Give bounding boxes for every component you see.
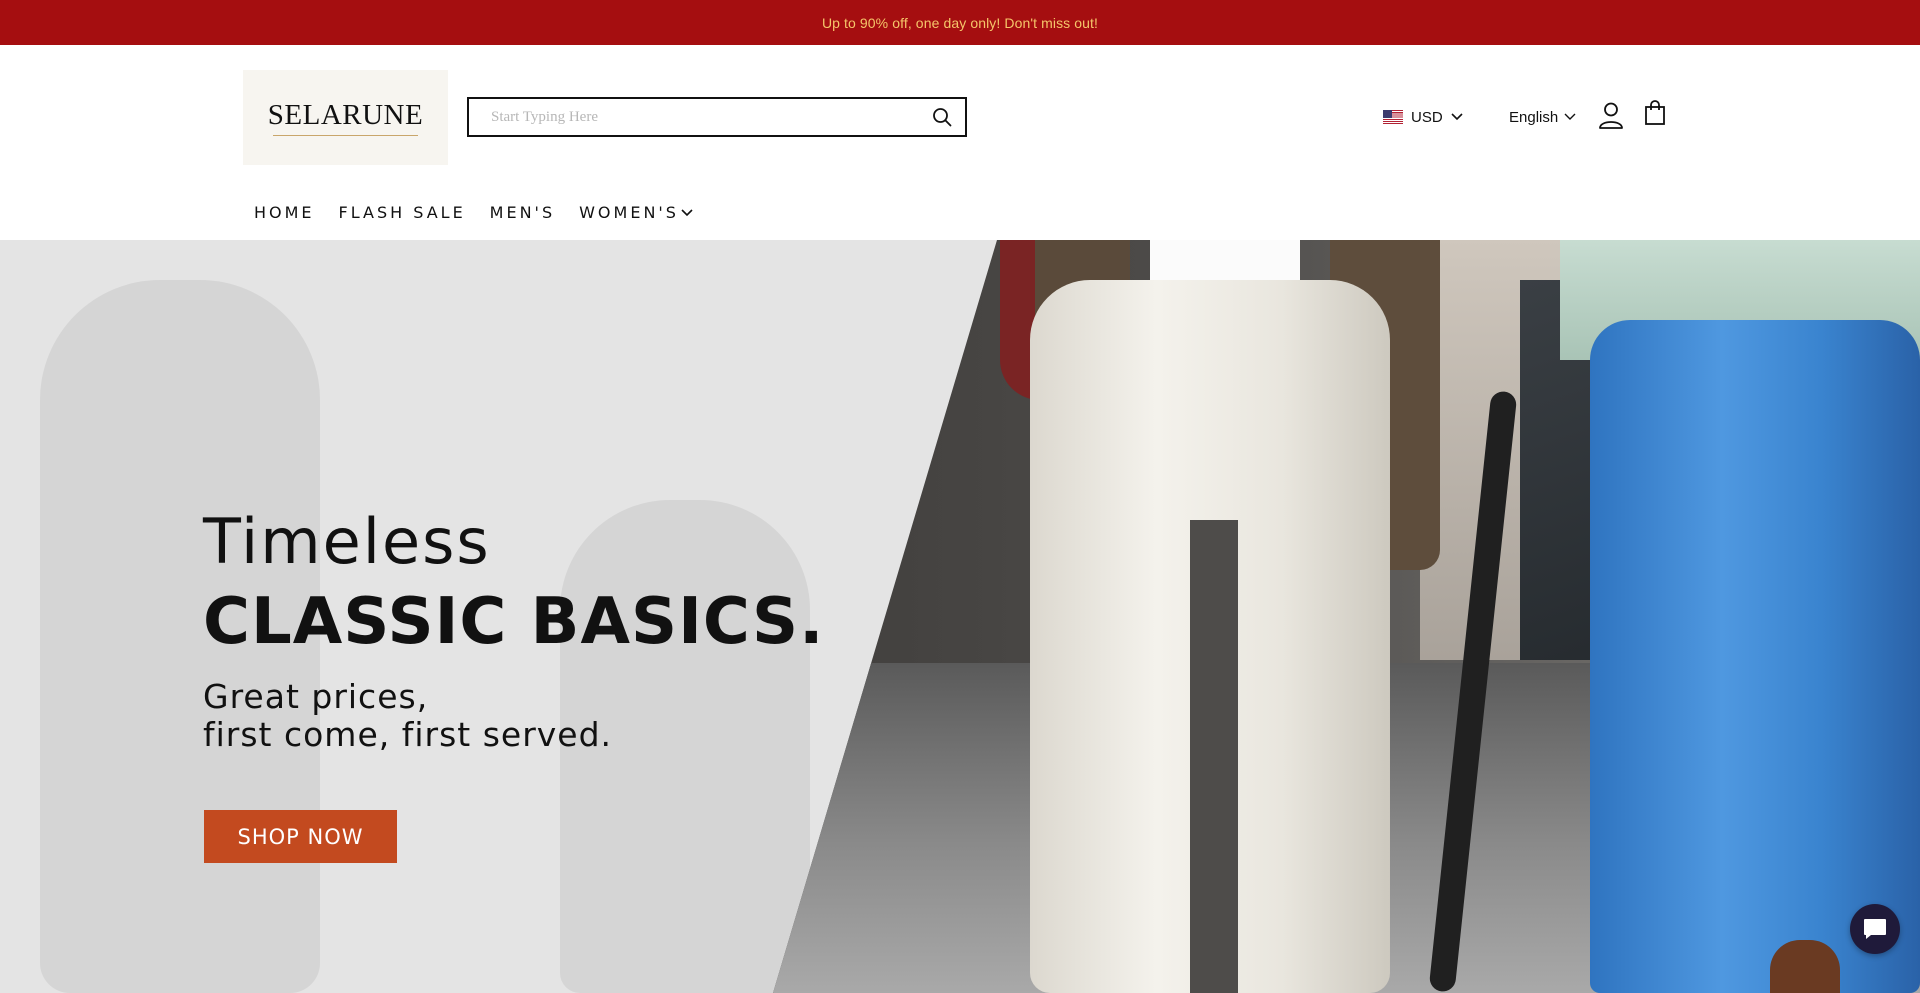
chevron-down-icon xyxy=(1564,113,1576,120)
chevron-down-icon xyxy=(681,208,693,216)
account-icon[interactable] xyxy=(1598,101,1624,129)
hero-blue-jeans xyxy=(1590,320,1920,993)
language-label: English xyxy=(1509,108,1559,126)
hero-subheading-line1: Great prices, xyxy=(203,677,429,716)
nav-item-womens[interactable]: WOMEN'S xyxy=(579,203,693,222)
logo-underline xyxy=(273,135,418,136)
announcement-text: Up to 90% off, one day only! Don't miss … xyxy=(821,14,1099,31)
nav-item-mens[interactable]: MEN'S xyxy=(490,203,555,222)
announcement-bar: Up to 90% off, one day only! Don't miss … xyxy=(0,0,1920,45)
chevron-down-icon xyxy=(1451,113,1463,121)
hero-heading-line2: CLASSIC BASICS. xyxy=(203,585,825,659)
search-button[interactable] xyxy=(919,99,965,135)
cart-icon[interactable] xyxy=(1644,100,1666,126)
logo[interactable]: SELARUNE xyxy=(243,70,448,165)
search-icon xyxy=(933,108,952,127)
hero-shoe xyxy=(1770,940,1840,993)
us-flag-icon xyxy=(1383,110,1403,124)
hero-subheading-line2: first come, first served. xyxy=(203,715,613,754)
logo-text: SELARUNE xyxy=(267,99,424,131)
currency-label: USD xyxy=(1411,108,1443,126)
main-nav: HOME FLASH SALE MEN'S WOMEN'S xyxy=(254,203,717,222)
shop-now-button[interactable]: SHOP NOW xyxy=(204,810,397,863)
hero-heading-line1: Timeless xyxy=(203,505,491,578)
language-selector[interactable]: English xyxy=(1509,105,1576,129)
nav-item-home[interactable]: HOME xyxy=(254,203,315,222)
search-bar xyxy=(467,97,967,137)
nav-item-flash-sale[interactable]: FLASH SALE xyxy=(339,203,466,222)
currency-selector[interactable]: USD xyxy=(1383,105,1463,129)
site-header: SELARUNE USD English HOME FLASH xyxy=(0,45,1920,240)
chat-icon xyxy=(1864,919,1886,939)
chat-widget-button[interactable] xyxy=(1850,904,1900,954)
search-input[interactable] xyxy=(469,99,919,135)
hero-banner: Timeless CLASSIC BASICS. Great prices, f… xyxy=(0,240,1920,993)
hero-white-jeans xyxy=(1030,280,1390,993)
